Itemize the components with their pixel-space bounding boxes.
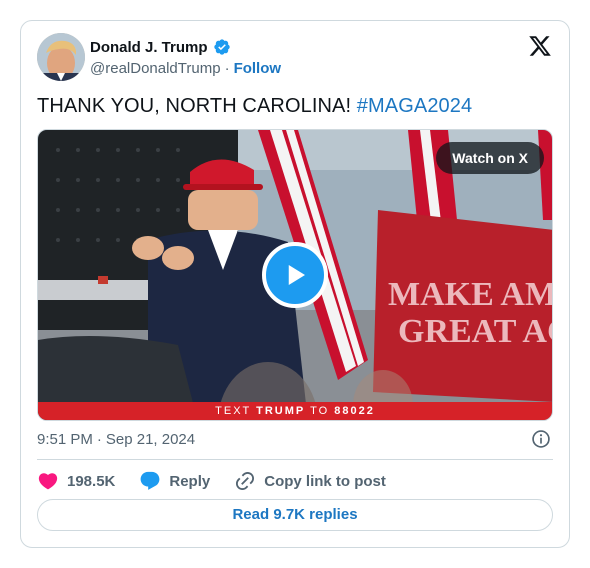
- tweet-text: THANK YOU, NORTH CAROLINA! #MAGA2024: [37, 95, 472, 118]
- banner-middle: TO: [305, 405, 335, 417]
- tweet-date: Sep 21, 2024: [105, 431, 196, 448]
- hashtag-link[interactable]: #MAGA2024: [357, 95, 472, 117]
- reply-bubble-icon: [140, 471, 160, 490]
- verified-icon: [213, 38, 231, 56]
- watch-on-x-button[interactable]: Watch on X: [436, 142, 544, 174]
- banner-number: 88022: [334, 405, 375, 417]
- link-icon: [236, 471, 255, 491]
- banner-prefix: TEXT: [215, 405, 257, 417]
- info-icon[interactable]: [531, 429, 551, 449]
- like-count: 198.5K: [67, 472, 116, 490]
- like-button[interactable]: 198.5K: [37, 470, 115, 492]
- reply-button[interactable]: Reply: [139, 470, 210, 492]
- copy-link-button[interactable]: Copy link to post: [234, 470, 386, 492]
- reply-label: Reply: [169, 472, 211, 490]
- tweet-card: Donald J. Trump @realDonaldTrump · Follo…: [20, 20, 570, 548]
- sign-text-line2: GREAT AG: [398, 313, 553, 350]
- author-handle[interactable]: @realDonaldTrump: [90, 60, 221, 77]
- tweet-time: 9:51 PM: [37, 431, 93, 448]
- copy-link-label: Copy link to post: [264, 472, 386, 490]
- play-icon: [288, 265, 305, 285]
- tweet-body: THANK YOU, NORTH CAROLINA!: [37, 95, 357, 117]
- avatar[interactable]: [37, 33, 85, 81]
- divider: [37, 459, 553, 460]
- tweet-timestamp[interactable]: 9:51 PM · Sep 21, 2024: [37, 431, 195, 448]
- author-name[interactable]: Donald J. Trump: [90, 39, 208, 56]
- handle-separator: ·: [224, 60, 230, 77]
- action-bar: 198.5K Reply Copy link to post: [37, 469, 410, 493]
- heart-icon: [38, 473, 58, 490]
- x-logo-icon[interactable]: [528, 34, 552, 58]
- read-replies-button[interactable]: Read 9.7K replies: [37, 499, 553, 531]
- video-banner: TEXT TRUMP TO 88022: [38, 402, 552, 420]
- follow-button[interactable]: Follow: [234, 60, 282, 77]
- play-button[interactable]: [262, 242, 328, 308]
- banner-keyword: TRUMP: [256, 405, 306, 417]
- sign-text-line1: MAKE AMI: [388, 276, 553, 313]
- timestamp-separator: ·: [96, 431, 102, 448]
- video-player[interactable]: MAKE AMI GREAT AG Watch on X TEXT TRUMP …: [37, 129, 553, 421]
